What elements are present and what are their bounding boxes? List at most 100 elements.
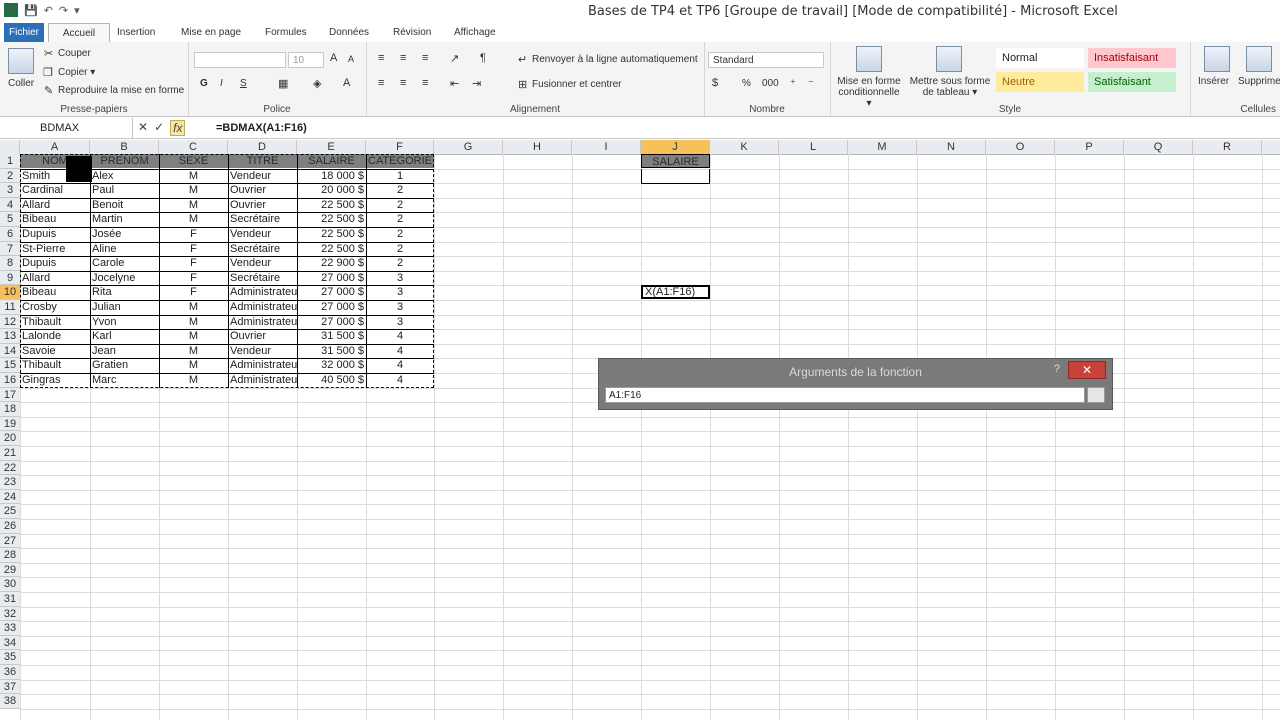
row-header-23[interactable]: 23 [0,475,20,490]
row-header-18[interactable]: 18 [0,402,20,417]
orientation-icon[interactable]: ↗ [450,52,459,65]
column-header-a[interactable]: A [20,140,90,154]
paste-icon[interactable] [8,48,34,74]
row-header-6[interactable]: 6 [0,227,20,242]
row-header-36[interactable]: 36 [0,665,20,680]
column-header-c[interactable]: C [159,140,228,154]
paste-button[interactable]: Coller [8,78,34,89]
insert-cells-button[interactable]: Insérer [1198,76,1229,87]
row-header-24[interactable]: 24 [0,489,20,505]
row-header-12[interactable]: 12 [0,314,20,330]
font-size-select[interactable]: 10 [288,52,324,68]
criteria-value-cell[interactable] [641,168,710,184]
row-header-25[interactable]: 25 [0,504,20,519]
row-header-15[interactable]: 15 [0,358,20,373]
name-box[interactable]: BDMAX [0,118,133,138]
row-header-33[interactable]: 33 [0,621,20,636]
tab-fichier[interactable]: Fichier [4,23,44,42]
number-format-select[interactable]: Standard [708,52,824,68]
row-header-2[interactable]: 2 [0,168,20,184]
row-header-5[interactable]: 5 [0,212,20,227]
row-header-11[interactable]: 11 [0,300,20,315]
style-satisfaisant[interactable]: Satisfaisant [1088,72,1176,92]
fill-color-icon[interactable]: ◈ [313,77,321,90]
format-painter-button[interactable]: Reproduire la mise en forme [58,85,184,96]
column-header-p[interactable]: P [1055,140,1124,154]
font-name-select[interactable] [194,52,286,68]
decrease-decimal-icon[interactable]: ⁻ [808,77,814,90]
thousands-button[interactable]: 000 [762,78,779,89]
align-center-icon[interactable]: ≡ [400,77,406,89]
function-arguments-dialog[interactable]: Arguments de la fonction ? ✕ A1:F16 [598,358,1113,410]
column-header-i[interactable]: I [572,140,641,154]
increase-indent-icon[interactable]: ⇥ [472,77,481,90]
merge-center-button[interactable]: Fusionner et centrer [532,79,622,90]
column-header-g[interactable]: G [434,140,503,154]
italic-button[interactable]: I [220,78,223,89]
row-header-34[interactable]: 34 [0,635,20,651]
row-header-3[interactable]: 3 [0,183,20,198]
insert-function-icon[interactable]: fx [170,120,186,136]
borders-icon[interactable]: ▦ [278,77,288,90]
row-header-32[interactable]: 32 [0,606,20,622]
row-header-16[interactable]: 16 [0,373,20,388]
save-icon[interactable]: 💾 [24,4,38,17]
percent-button[interactable]: % [742,78,751,89]
tab-affichage[interactable]: Affichage [454,23,496,42]
copy-button[interactable]: Copier ▾ [58,67,95,78]
bold-button[interactable]: G [200,78,208,89]
row-header-9[interactable]: 9 [0,270,20,286]
column-header-j[interactable]: J [641,140,710,154]
row-header-4[interactable]: 4 [0,197,20,213]
tab-formules[interactable]: Formules [265,23,307,42]
style-neutre[interactable]: Neutre [996,72,1084,92]
row-header-8[interactable]: 8 [0,256,20,271]
column-header-b[interactable]: B [90,140,159,154]
row-header-17[interactable]: 17 [0,387,20,403]
column-header-k[interactable]: K [710,140,779,154]
enter-icon[interactable]: ✓ [154,120,164,136]
column-header-d[interactable]: D [228,140,297,154]
row-header-1[interactable]: 1 [0,154,20,169]
row-header-26[interactable]: 26 [0,519,20,534]
tab-insertion[interactable]: Insertion [117,23,155,42]
column-header-o[interactable]: O [986,140,1055,154]
column-header-q[interactable]: Q [1124,140,1193,154]
row-header-38[interactable]: 38 [0,694,20,709]
increase-decimal-icon[interactable]: ⁺ [790,77,796,90]
align-top-icon[interactable]: ≡ [378,52,384,64]
row-header-27[interactable]: 27 [0,533,20,549]
wrap-text-button[interactable]: Renvoyer à la ligne automatiquement [532,54,698,65]
row-header-10[interactable]: 10 [0,285,20,300]
table-format-button[interactable]: Mettre sous forme de tableau ▾ [908,76,992,98]
row-header-20[interactable]: 20 [0,431,20,446]
shrink-font-icon[interactable]: A [348,54,354,64]
delete-cells-button[interactable]: Supprime [1238,76,1280,87]
column-header-f[interactable]: F [366,140,434,154]
row-header-13[interactable]: 13 [0,329,20,344]
style-normal[interactable]: Normal [996,48,1084,68]
select-all-corner[interactable] [0,140,20,154]
align-bottom-icon[interactable]: ≡ [422,52,428,64]
customize-qat-icon[interactable]: ▾ [74,4,80,17]
formula-input[interactable]: =BDMAX(A1:F16) [216,118,307,138]
cut-button[interactable]: Couper [58,48,91,59]
row-header-29[interactable]: 29 [0,562,20,578]
row-header-7[interactable]: 7 [0,241,20,257]
row-header-22[interactable]: 22 [0,460,20,476]
tab-revision[interactable]: Révision [393,23,431,42]
decrease-indent-icon[interactable]: ⇤ [450,77,459,90]
style-insatisfaisant[interactable]: Insatisfaisant [1088,48,1176,68]
align-right-icon[interactable]: ≡ [422,77,428,89]
redo-icon[interactable]: ↷ [59,4,68,17]
row-header-31[interactable]: 31 [0,592,20,607]
help-button[interactable]: ? [1054,363,1060,375]
column-header-h[interactable]: H [503,140,572,154]
rtl-icon[interactable]: ¶ [480,52,486,64]
tab-accueil[interactable]: Accueil [48,23,110,43]
row-header-14[interactable]: 14 [0,343,20,359]
column-header-e[interactable]: E [297,140,366,154]
cancel-icon[interactable]: ✕ [138,120,148,136]
column-header-l[interactable]: L [779,140,848,154]
tab-donnees[interactable]: Données [329,23,369,42]
